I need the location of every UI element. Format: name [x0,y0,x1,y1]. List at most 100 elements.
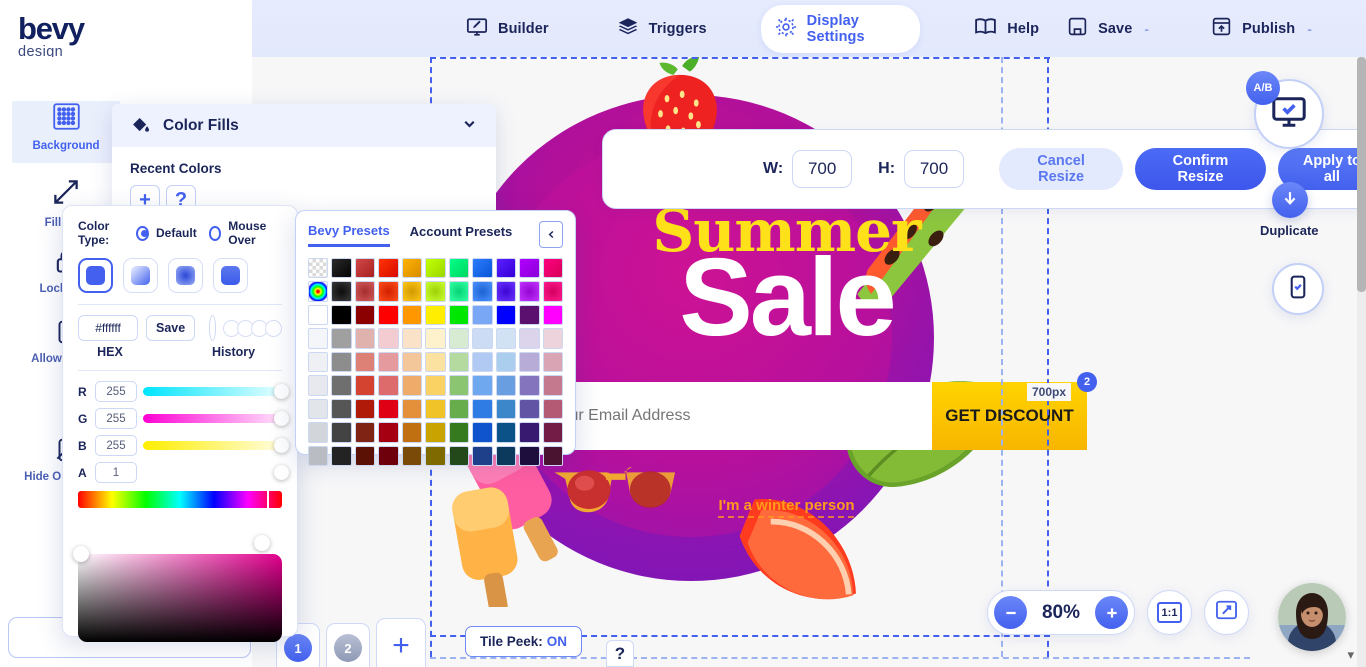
fill-mode-solid[interactable] [78,258,113,293]
preset-color-cell[interactable] [519,398,540,420]
preset-color-cell[interactable] [308,304,329,326]
height-input[interactable] [904,150,965,188]
tab-bevy-presets[interactable]: Bevy Presets [308,223,390,247]
preset-color-cell[interactable] [425,375,446,396]
decline-link[interactable]: I'm a winter person [430,497,1143,514]
preset-color-cell[interactable] [495,422,517,443]
channel-input-g[interactable] [95,408,137,429]
preset-color-cell[interactable] [308,328,329,349]
element-index-badge[interactable]: 2 [1077,372,1097,392]
saturation-value-area[interactable] [73,546,282,642]
preset-color-cell[interactable] [519,351,540,373]
preset-color-cell[interactable] [542,445,564,467]
preset-color-cell[interactable] [542,304,564,326]
hex-input[interactable] [78,315,138,341]
chevron-down-icon[interactable]: ▾ [1347,647,1354,663]
save-dropdown-caret[interactable]: - [1144,21,1149,37]
preset-color-cell[interactable] [542,258,564,279]
preset-color-cell[interactable] [519,375,540,396]
preset-color-cell[interactable] [354,375,376,396]
confirm-resize-button[interactable]: Confirm Resize [1135,148,1266,190]
preset-color-cell[interactable] [331,398,352,420]
sidebar-item-background[interactable]: Background [12,101,120,163]
save-button[interactable]: Save - [1053,8,1163,49]
preset-color-cell[interactable] [378,422,399,443]
preset-color-cell[interactable] [472,304,493,326]
preset-color-cell[interactable] [378,445,399,467]
preset-color-cell[interactable] [448,351,470,373]
preset-color-cell[interactable] [308,258,329,279]
channel-knob-a[interactable] [274,465,289,480]
preset-color-cell[interactable] [354,304,376,326]
preset-color-cell[interactable] [448,258,470,279]
nav-item-triggers[interactable]: Triggers [603,8,721,50]
channel-input-r[interactable] [95,381,137,402]
help-tile-button[interactable]: ? [606,640,634,667]
zoom-out-button[interactable] [994,596,1027,629]
chevron-left-icon[interactable] [539,221,563,248]
preset-color-cell[interactable] [519,258,540,279]
hue-slider-marker[interactable] [267,490,269,509]
preset-color-cell[interactable] [472,398,493,420]
preset-color-cell[interactable] [308,422,329,443]
preset-color-cell[interactable] [308,445,329,467]
preset-color-cell[interactable] [448,304,470,326]
preset-color-cell[interactable] [331,328,352,349]
zoom-reset-button[interactable]: 1:1 [1147,590,1192,635]
preset-color-cell[interactable] [401,328,423,349]
preset-color-cell[interactable] [425,445,446,467]
mobile-preview-button[interactable] [1272,263,1324,315]
preset-color-cell[interactable] [425,304,446,326]
fit-to-screen-button[interactable] [1204,590,1249,635]
preset-color-cell[interactable] [401,398,423,420]
fill-mode-gradient-radial[interactable] [168,258,203,293]
preset-color-cell[interactable] [401,281,423,302]
width-input[interactable] [792,150,853,188]
hue-slider[interactable] [78,490,282,509]
preset-color-cell[interactable] [331,304,352,326]
preset-color-cell[interactable] [542,375,564,396]
channel-slider-r[interactable] [143,384,289,399]
tile-tab-2[interactable]: 2 [326,623,370,667]
channel-slider-g[interactable] [143,411,289,426]
preset-color-cell[interactable] [354,445,376,467]
preset-color-cell[interactable] [519,445,540,467]
preset-color-cell[interactable] [354,281,376,302]
preset-color-cell[interactable] [472,445,493,467]
preset-color-cell[interactable] [542,328,564,349]
preset-color-cell[interactable] [495,351,517,373]
channel-slider-b[interactable] [143,438,289,453]
preset-color-cell[interactable] [519,281,540,302]
preset-color-cell[interactable] [378,375,399,396]
preset-color-cell[interactable] [425,398,446,420]
preset-color-cell[interactable] [354,351,376,373]
fill-mode-gradient-linear[interactable] [123,258,158,293]
channel-knob-b[interactable] [274,438,289,453]
preset-color-cell[interactable] [425,422,446,443]
publish-button[interactable]: Publish - [1197,8,1326,49]
preset-color-cell[interactable] [401,422,423,443]
preset-color-cell[interactable] [331,281,352,302]
tile-peek-toggle[interactable]: Tile Peek: ON [465,626,583,657]
preset-color-cell[interactable] [401,375,423,396]
preset-color-cell[interactable] [542,351,564,373]
ab-test-badge[interactable]: A/B [1246,71,1280,105]
save-color-button[interactable]: Save [146,315,196,341]
color-type-mouseover-radio[interactable] [208,225,222,241]
history-swatch[interactable] [265,319,282,337]
preset-color-cell[interactable] [354,398,376,420]
zoom-in-button[interactable] [1095,596,1128,629]
preset-color-cell[interactable] [472,375,493,396]
alpha-slider-knob[interactable] [254,535,270,551]
channel-input-b[interactable] [95,435,137,456]
preset-color-cell[interactable] [378,398,399,420]
preset-color-cell[interactable] [378,258,399,279]
preset-color-cell[interactable] [542,422,564,443]
current-color-preview[interactable] [209,315,216,341]
preset-color-cell[interactable] [472,258,493,279]
preset-color-cell[interactable] [448,328,470,349]
preset-color-cell[interactable] [519,422,540,443]
publish-dropdown-caret[interactable]: - [1307,21,1312,37]
duplicate-button[interactable] [1272,182,1308,218]
chevron-down-icon[interactable] [461,115,478,137]
